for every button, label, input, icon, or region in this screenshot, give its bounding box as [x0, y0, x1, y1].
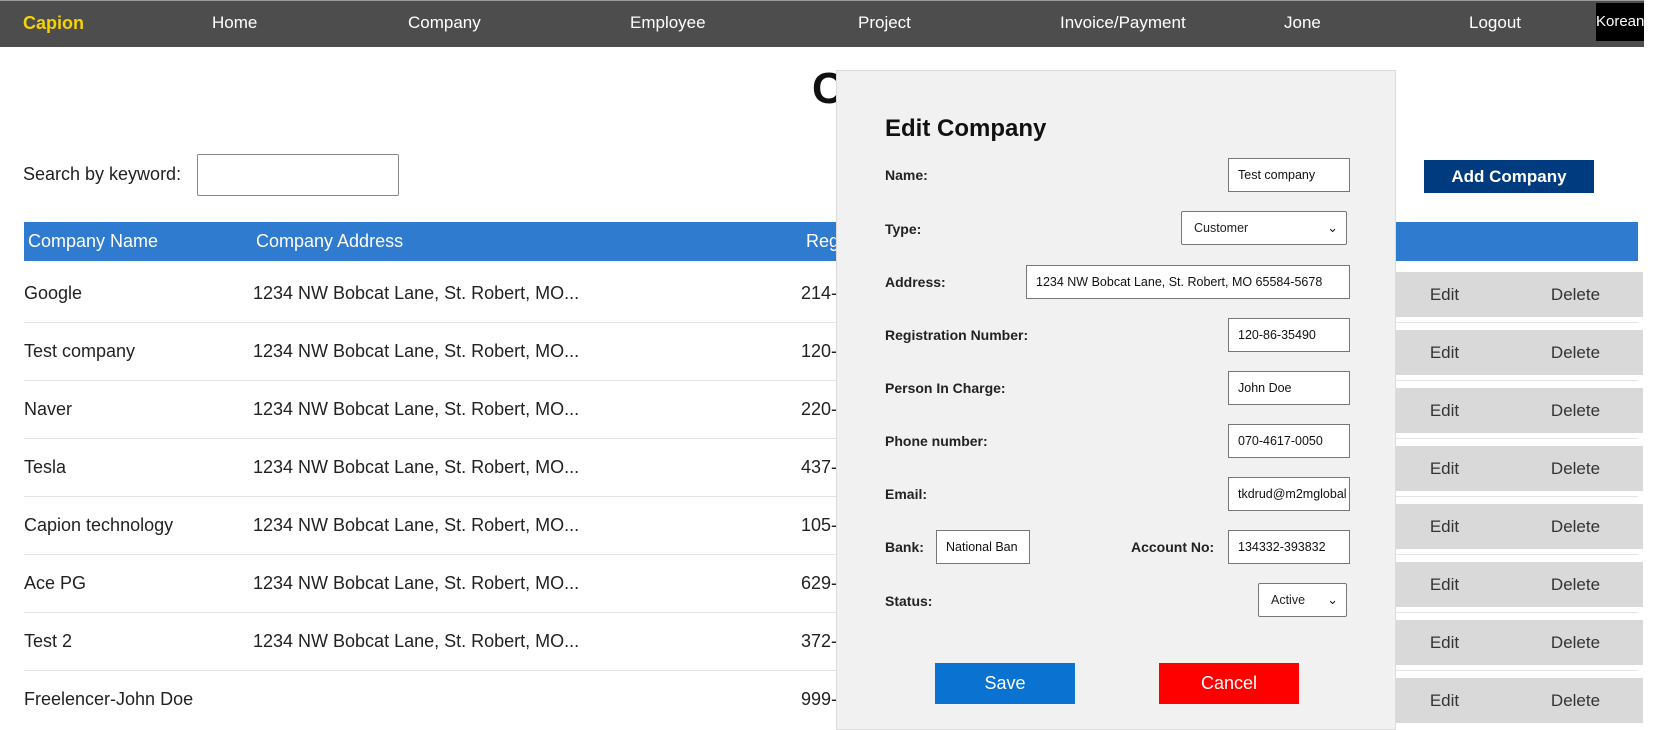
search-label: Search by keyword: — [23, 164, 182, 184]
delete-button[interactable]: Delete — [1508, 388, 1643, 433]
company-name-cell: Freelencer-John Doe — [24, 689, 194, 709]
chevron-down-icon: ⌄ — [1327, 592, 1338, 607]
email-label: Email: — [885, 486, 928, 502]
nav-invoice-payment[interactable]: Invoice/Payment — [1060, 1, 1186, 47]
bank-field[interactable]: National Ban — [936, 530, 1030, 564]
edit-button[interactable]: Edit — [1380, 272, 1509, 317]
column-header-company-name: Company Name — [28, 231, 159, 251]
nav-user[interactable]: Jone — [1284, 1, 1321, 47]
nav-employee[interactable]: Employee — [630, 1, 706, 47]
nav-project[interactable]: Project — [858, 1, 911, 47]
account-number-field[interactable]: 134332-393832 — [1228, 530, 1350, 564]
search-input[interactable] — [197, 154, 399, 196]
delete-button[interactable]: Delete — [1508, 678, 1643, 723]
company-name-cell: Google — [24, 283, 83, 303]
bank-label: Bank: — [885, 539, 924, 555]
name-field[interactable]: Test company — [1228, 158, 1350, 192]
delete-button[interactable]: Delete — [1508, 562, 1643, 607]
address-label: Address: — [885, 274, 946, 290]
type-label: Type: — [885, 221, 922, 237]
delete-button[interactable]: Delete — [1508, 330, 1643, 375]
account-number-label: Account No: — [1131, 539, 1215, 555]
status-label: Status: — [885, 593, 933, 609]
company-address-cell: 1234 NW Bobcat Lane, St. Robert, MO... — [253, 515, 580, 535]
company-address-cell: 1234 NW Bobcat Lane, St. Robert, MO... — [253, 631, 580, 651]
edit-button[interactable]: Edit — [1380, 620, 1509, 665]
cancel-button[interactable]: Cancel — [1159, 663, 1299, 704]
name-label: Name: — [885, 167, 928, 183]
edit-button[interactable]: Edit — [1380, 504, 1509, 549]
edit-button[interactable]: Edit — [1380, 562, 1509, 607]
person-in-charge-label: Person In Charge: — [885, 380, 1006, 396]
edit-button[interactable]: Edit — [1380, 446, 1509, 491]
company-address-cell: 1234 NW Bobcat Lane, St. Robert, MO... — [253, 457, 580, 477]
company-name-cell: Tesla — [24, 457, 67, 477]
edit-button[interactable]: Edit — [1380, 678, 1509, 723]
chevron-down-icon: ⌄ — [1327, 220, 1338, 235]
delete-button[interactable]: Delete — [1508, 272, 1643, 317]
top-navbar: Capion Home Company Employee Project Inv… — [0, 0, 1644, 47]
nav-home[interactable]: Home — [212, 1, 257, 47]
language-toggle-button[interactable]: Korean — [1596, 3, 1644, 41]
company-address-cell: 1234 NW Bobcat Lane, St. Robert, MO... — [253, 399, 580, 419]
edit-button[interactable]: Edit — [1380, 388, 1509, 433]
nav-logout[interactable]: Logout — [1469, 1, 1521, 47]
save-button[interactable]: Save — [935, 663, 1075, 704]
company-address-cell: 1234 NW Bobcat Lane, St. Robert, MO... — [253, 283, 580, 303]
delete-button[interactable]: Delete — [1508, 446, 1643, 491]
email-field[interactable]: tkdrud@m2mglobal — [1228, 477, 1350, 511]
company-name-cell: Naver — [24, 399, 73, 419]
company-name-cell: Test company — [24, 341, 136, 361]
type-select-value: Customer — [1194, 221, 1249, 235]
company-address-cell: 1234 NW Bobcat Lane, St. Robert, MO... — [253, 573, 580, 593]
company-name-cell: Test 2 — [24, 631, 73, 651]
edit-button[interactable]: Edit — [1380, 330, 1509, 375]
phone-number-field[interactable]: 070-4617-0050 — [1228, 424, 1350, 458]
person-in-charge-field[interactable]: John Doe — [1228, 371, 1350, 405]
phone-number-label: Phone number: — [885, 433, 988, 449]
company-name-cell: Ace PG — [24, 573, 87, 593]
modal-title: Edit Company — [885, 115, 1047, 142]
status-select[interactable]: Active ⌄ — [1258, 583, 1347, 617]
edit-company-modal: Edit Company Name: Test company Type: Cu… — [836, 70, 1396, 730]
registration-number-field[interactable]: 120-86-35490 — [1228, 318, 1350, 352]
column-header-company-address: Company Address — [256, 231, 404, 251]
company-address-cell: 1234 NW Bobcat Lane, St. Robert, MO... — [253, 341, 580, 361]
delete-button[interactable]: Delete — [1508, 504, 1643, 549]
address-field[interactable]: 1234 NW Bobcat Lane, St. Robert, MO 6558… — [1026, 265, 1350, 299]
type-select[interactable]: Customer ⌄ — [1181, 211, 1347, 245]
brand-logo[interactable]: Capion — [23, 1, 84, 47]
add-company-button[interactable]: Add Company — [1424, 160, 1594, 193]
registration-number-label: Registration Number: — [885, 327, 1029, 343]
delete-button[interactable]: Delete — [1508, 620, 1643, 665]
nav-company[interactable]: Company — [408, 1, 481, 47]
company-name-cell: Capion technology — [24, 515, 174, 535]
status-select-value: Active — [1271, 593, 1306, 607]
